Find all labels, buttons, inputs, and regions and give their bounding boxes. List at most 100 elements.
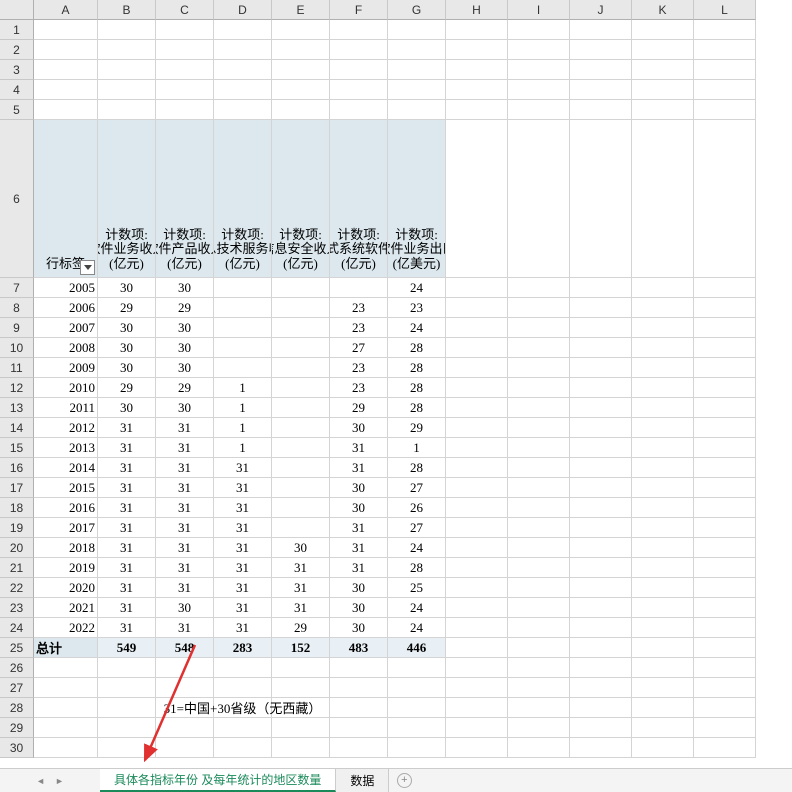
value-cell[interactable]: 24 — [388, 278, 446, 298]
row-header-6[interactable]: 6 — [0, 120, 34, 278]
value-cell[interactable]: 31 — [156, 518, 214, 538]
cell[interactable] — [632, 458, 694, 478]
cell[interactable] — [508, 558, 570, 578]
value-cell[interactable]: 31 — [214, 598, 272, 618]
row-header-19[interactable]: 19 — [0, 518, 34, 538]
cell[interactable] — [156, 20, 214, 40]
cell[interactable] — [508, 80, 570, 100]
cell[interactable] — [156, 100, 214, 120]
row-header-7[interactable]: 7 — [0, 278, 34, 298]
cell[interactable] — [330, 658, 388, 678]
value-cell[interactable]: 23 — [330, 358, 388, 378]
cell[interactable] — [508, 458, 570, 478]
cell[interactable] — [446, 418, 508, 438]
cell[interactable] — [570, 658, 632, 678]
value-cell[interactable] — [214, 298, 272, 318]
value-cell[interactable]: 31 — [98, 458, 156, 478]
cell[interactable] — [156, 678, 214, 698]
cell[interactable] — [272, 658, 330, 678]
year-cell[interactable]: 2014 — [34, 458, 98, 478]
cell[interactable] — [570, 738, 632, 758]
cell[interactable] — [214, 738, 272, 758]
row-header-13[interactable]: 13 — [0, 398, 34, 418]
row-header-28[interactable]: 28 — [0, 698, 34, 718]
cell[interactable] — [694, 498, 756, 518]
cell[interactable] — [694, 278, 756, 298]
value-cell[interactable]: 29 — [272, 618, 330, 638]
cell[interactable] — [694, 658, 756, 678]
select-all-corner[interactable] — [0, 0, 34, 20]
year-cell[interactable]: 2007 — [34, 318, 98, 338]
cell[interactable] — [446, 338, 508, 358]
total-value-cell[interactable]: 446 — [388, 638, 446, 658]
value-cell[interactable]: 30 — [330, 578, 388, 598]
value-cell[interactable]: 30 — [156, 598, 214, 618]
row-header-14[interactable]: 14 — [0, 418, 34, 438]
cell[interactable] — [508, 338, 570, 358]
cell[interactable] — [272, 698, 330, 718]
value-cell[interactable]: 31 — [156, 618, 214, 638]
cell[interactable] — [570, 678, 632, 698]
cell[interactable] — [632, 120, 694, 278]
cell[interactable] — [388, 678, 446, 698]
cell[interactable] — [330, 718, 388, 738]
value-cell[interactable]: 31 — [156, 418, 214, 438]
value-cell[interactable]: 31 — [98, 498, 156, 518]
cell[interactable] — [446, 658, 508, 678]
cell[interactable] — [508, 698, 570, 718]
cell[interactable] — [214, 40, 272, 60]
pivot-row-label-header[interactable]: 行标签 — [34, 120, 98, 278]
value-cell[interactable]: 1 — [214, 398, 272, 418]
value-cell[interactable] — [272, 378, 330, 398]
cell[interactable] — [98, 658, 156, 678]
value-cell[interactable]: 1 — [214, 378, 272, 398]
cell[interactable] — [98, 60, 156, 80]
cell[interactable] — [446, 278, 508, 298]
cell[interactable] — [508, 598, 570, 618]
cell[interactable] — [694, 678, 756, 698]
value-cell[interactable]: 31 — [214, 518, 272, 538]
cell[interactable] — [570, 598, 632, 618]
col-header-L[interactable]: L — [694, 0, 756, 20]
cell[interactable] — [694, 358, 756, 378]
cell[interactable] — [156, 658, 214, 678]
value-cell[interactable]: 30 — [272, 538, 330, 558]
cell[interactable] — [446, 80, 508, 100]
cell[interactable] — [272, 60, 330, 80]
value-cell[interactable] — [272, 498, 330, 518]
cell[interactable] — [34, 20, 98, 40]
cell[interactable] — [388, 60, 446, 80]
cell[interactable] — [446, 738, 508, 758]
value-cell[interactable]: 31 — [98, 558, 156, 578]
value-cell[interactable] — [272, 458, 330, 478]
cell[interactable] — [632, 718, 694, 738]
cell[interactable] — [330, 678, 388, 698]
col-header-J[interactable]: J — [570, 0, 632, 20]
cell[interactable] — [98, 80, 156, 100]
cell[interactable] — [570, 378, 632, 398]
cell[interactable] — [508, 60, 570, 80]
value-cell[interactable]: 29 — [156, 378, 214, 398]
value-cell[interactable]: 31 — [214, 498, 272, 518]
cell[interactable] — [508, 518, 570, 538]
cell[interactable] — [156, 40, 214, 60]
sheet-tab-data[interactable]: 数据 — [336, 769, 389, 792]
value-cell[interactable]: 31 — [156, 578, 214, 598]
cell[interactable] — [570, 278, 632, 298]
year-cell[interactable]: 2013 — [34, 438, 98, 458]
cell[interactable] — [632, 438, 694, 458]
value-cell[interactable]: 31 — [330, 538, 388, 558]
cell[interactable] — [632, 538, 694, 558]
cell[interactable] — [34, 738, 98, 758]
cell[interactable] — [446, 378, 508, 398]
cell[interactable] — [446, 20, 508, 40]
year-cell[interactable]: 2018 — [34, 538, 98, 558]
value-cell[interactable]: 28 — [388, 558, 446, 578]
cell[interactable] — [34, 718, 98, 738]
cell[interactable] — [632, 658, 694, 678]
cell[interactable] — [694, 738, 756, 758]
total-value-cell[interactable]: 483 — [330, 638, 388, 658]
cell[interactable] — [632, 60, 694, 80]
value-cell[interactable]: 24 — [388, 318, 446, 338]
row-header-8[interactable]: 8 — [0, 298, 34, 318]
